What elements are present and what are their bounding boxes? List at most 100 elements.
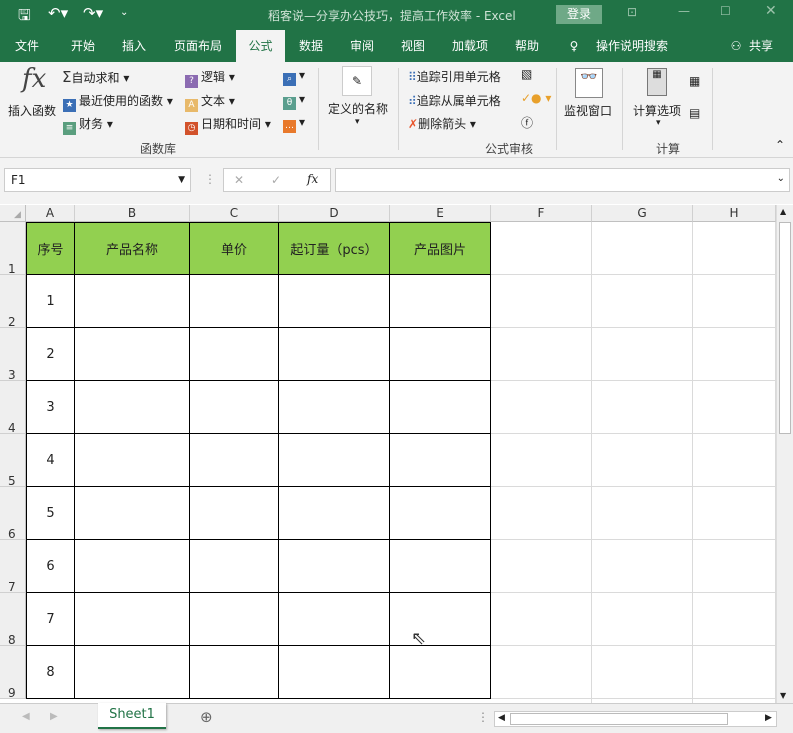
scroll-up-icon[interactable]: ▲ [780, 207, 786, 216]
row-header-9[interactable]: 9 [0, 646, 26, 700]
select-all-button[interactable]: ◢ [0, 205, 26, 222]
column-header-d[interactable]: D [279, 205, 390, 222]
calc-now-icon[interactable]: ▦ [689, 74, 700, 88]
table-cell[interactable] [279, 646, 390, 699]
tab-formulas[interactable]: 公式 [236, 30, 285, 62]
table-cell[interactable] [279, 381, 390, 434]
serial-cell[interactable]: 8 [26, 646, 75, 699]
save-icon[interactable]: 🖫 [18, 5, 31, 30]
tab-insert[interactable]: 插入 [113, 30, 155, 62]
maximize-icon[interactable]: ☐ [720, 4, 731, 18]
financial-button[interactable]: ≡ 财务 ▾ [63, 115, 113, 135]
table-cell[interactable] [75, 381, 190, 434]
error-checking-icon[interactable]: ✓● ▾ [521, 91, 551, 105]
column-header-g[interactable]: G [592, 205, 693, 222]
ribbon-display-icon[interactable]: ⊡ [627, 5, 637, 19]
row-header-6[interactable]: 6 [0, 487, 26, 541]
column-header-f[interactable]: F [491, 205, 592, 222]
serial-cell[interactable]: 2 [26, 328, 75, 381]
header-cell[interactable]: 起订量（pcs） [279, 222, 390, 275]
calc-sheet-icon[interactable]: ▤ [689, 106, 700, 120]
serial-cell[interactable]: 7 [26, 593, 75, 646]
table-cell[interactable] [75, 275, 190, 328]
table-cell[interactable] [190, 540, 279, 593]
table-cell[interactable] [190, 646, 279, 699]
serial-cell[interactable]: 5 [26, 487, 75, 540]
table-cell[interactable] [190, 328, 279, 381]
login-button[interactable]: 登录 [556, 5, 602, 24]
show-formulas-icon[interactable]: ▧ [521, 67, 532, 81]
row-header-7[interactable]: 7 [0, 540, 26, 594]
tab-review[interactable]: 审阅 [341, 30, 383, 62]
name-box[interactable]: F1 ▼ [4, 168, 191, 192]
serial-cell[interactable]: 4 [26, 434, 75, 487]
table-cell[interactable] [75, 487, 190, 540]
scroll-left-icon[interactable]: ◀ [498, 713, 505, 723]
table-cell[interactable] [390, 381, 491, 434]
table-cell[interactable] [190, 434, 279, 487]
text-button[interactable]: A 文本 ▾ [185, 92, 235, 112]
serial-cell[interactable]: 3 [26, 381, 75, 434]
tab-home[interactable]: 开始 [62, 30, 104, 62]
table-cell[interactable] [279, 328, 390, 381]
calc-options-button[interactable]: 计算选项 [633, 102, 681, 119]
table-cell[interactable] [279, 275, 390, 328]
share-button[interactable]: 共享 [746, 30, 776, 62]
table-cell[interactable] [390, 487, 491, 540]
header-cell[interactable]: 产品名称 [75, 222, 190, 275]
row-header-5[interactable]: 5 [0, 434, 26, 488]
table-cell[interactable] [190, 487, 279, 540]
table-cell[interactable] [390, 275, 491, 328]
scroll-right-icon[interactable]: ▶ [765, 713, 772, 723]
table-cell[interactable] [75, 540, 190, 593]
tell-me-search[interactable]: 操作说明搜索 [592, 30, 672, 62]
close-icon[interactable]: ✕ [765, 3, 777, 19]
watch-window-button[interactable]: 监视窗口 [564, 102, 612, 119]
header-cell[interactable]: 单价 [190, 222, 279, 275]
tab-view[interactable]: 视图 [392, 30, 434, 62]
minimize-icon[interactable]: — [678, 4, 690, 18]
add-sheet-icon[interactable]: ⊕ [200, 708, 213, 726]
row-header-2[interactable]: 2 [0, 275, 26, 329]
table-cell[interactable] [390, 646, 491, 699]
tab-addins[interactable]: 加载项 [445, 30, 495, 62]
insert-function-icon[interactable]: fx [307, 172, 318, 186]
recent-functions-button[interactable]: ★ 最近使用的函数 ▾ [63, 92, 173, 112]
table-cell[interactable] [279, 593, 390, 646]
collapse-ribbon-icon[interactable]: ⌃ [775, 138, 785, 152]
table-cell[interactable] [190, 593, 279, 646]
header-cell[interactable]: 序号 [26, 222, 75, 275]
table-cell[interactable] [390, 540, 491, 593]
table-cell[interactable] [279, 540, 390, 593]
table-cell[interactable] [75, 593, 190, 646]
column-header-e[interactable]: E [390, 205, 491, 222]
column-header-c[interactable]: C [190, 205, 279, 222]
formula-input[interactable]: ⌄ [335, 168, 790, 192]
table-cell[interactable] [390, 328, 491, 381]
next-sheet-icon[interactable]: ▶ [50, 711, 58, 722]
tab-help[interactable]: 帮助 [506, 30, 548, 62]
tab-page-layout[interactable]: 页面布局 [168, 30, 228, 62]
serial-cell[interactable]: 6 [26, 540, 75, 593]
autosum-button[interactable]: Σ自动求和 ▾ [62, 68, 129, 86]
table-cell[interactable] [279, 487, 390, 540]
table-cell[interactable] [75, 328, 190, 381]
tab-data[interactable]: 数据 [290, 30, 332, 62]
column-header-b[interactable]: B [75, 205, 190, 222]
table-cell[interactable] [190, 381, 279, 434]
row-header-4[interactable]: 4 [0, 381, 26, 435]
customize-qat-icon[interactable]: ⌄ [120, 7, 128, 18]
column-header-a[interactable]: A [26, 205, 75, 222]
table-cell[interactable] [390, 434, 491, 487]
lookup-button[interactable]: ⌕ ▾ [283, 68, 305, 86]
row-header-8[interactable]: 8 [0, 593, 26, 647]
math-button[interactable]: θ ▾ [283, 92, 305, 110]
header-cell[interactable]: 产品图片 [390, 222, 491, 275]
datetime-button[interactable]: ◷ 日期和时间 ▾ [185, 115, 271, 135]
column-header-h[interactable]: H [693, 205, 776, 222]
insert-function-button[interactable]: 插入函数 [8, 102, 56, 119]
table-cell[interactable] [75, 434, 190, 487]
sheet-tab-sheet1[interactable]: Sheet1 [98, 703, 166, 729]
table-cell[interactable] [190, 275, 279, 328]
scroll-down-icon[interactable]: ▼ [780, 691, 786, 700]
